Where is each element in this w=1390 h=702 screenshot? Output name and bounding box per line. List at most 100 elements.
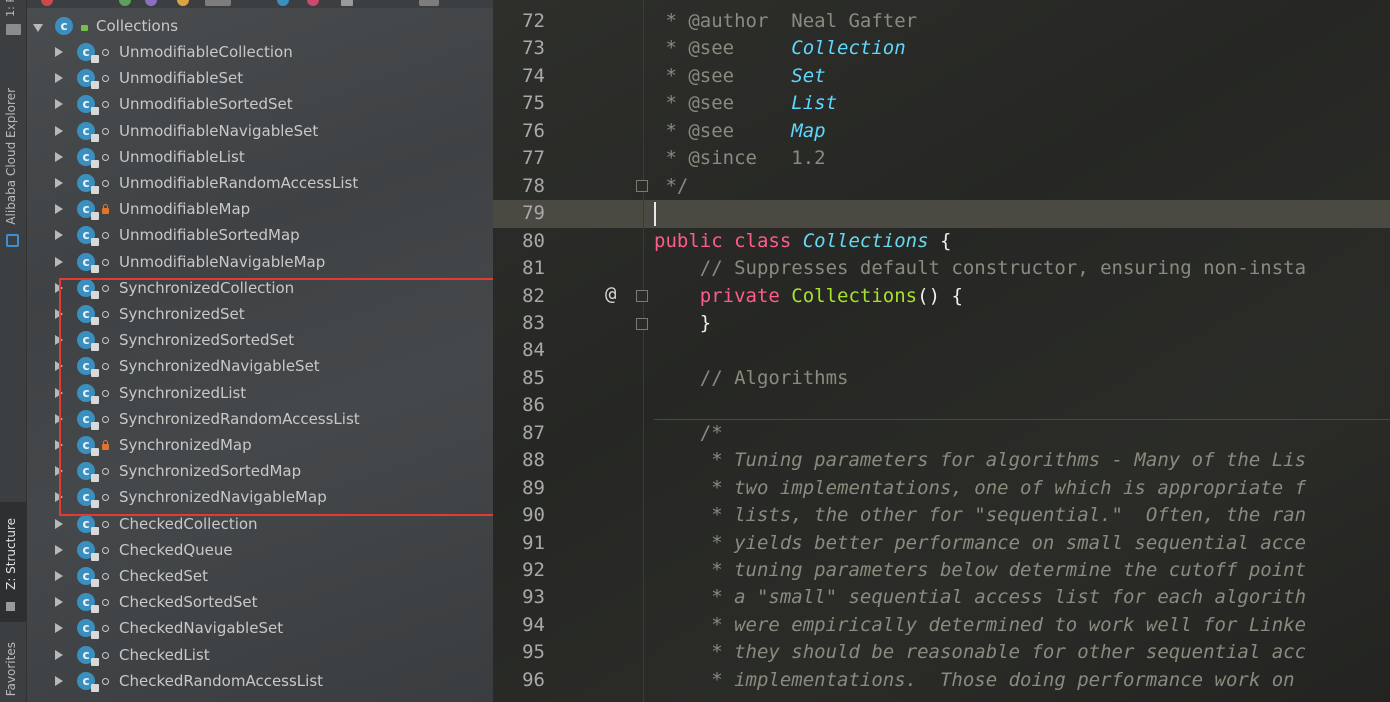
expand-arrow-icon[interactable]	[33, 24, 43, 32]
tree-item[interactable]: c UnmodifiableSortedMap	[27, 222, 487, 248]
expand-arrow-icon[interactable]	[55, 545, 63, 555]
toolbar-icon[interactable]	[277, 0, 289, 6]
tool-window-strip: 1: P Alibaba Cloud Explorer Z: Structure…	[0, 0, 27, 702]
alibaba-cloud-explorer-tab[interactable]: Alibaba Cloud Explorer	[0, 84, 27, 254]
code-line[interactable]: // Algorithms	[654, 365, 849, 392]
expand-arrow-icon[interactable]	[55, 126, 63, 136]
expand-arrow-icon[interactable]	[55, 519, 63, 529]
tree-item[interactable]: c CheckedSortedSet	[27, 589, 487, 615]
tree-item[interactable]: c SynchronizedMap	[27, 432, 487, 458]
tree-root[interactable]: c Collections	[27, 13, 487, 39]
toolbar-icon[interactable]	[419, 0, 439, 6]
code-line[interactable]: */	[654, 173, 688, 200]
toolbar-icon[interactable]	[119, 0, 131, 6]
fold-icon[interactable]	[636, 290, 648, 302]
tree-item[interactable]: c SynchronizedNavigableMap	[27, 484, 487, 510]
override-marker-icon[interactable]: @	[605, 283, 616, 305]
class-icon: c	[77, 174, 99, 194]
code-line[interactable]: * implementations. Those doing performan…	[654, 667, 1306, 694]
tree-item[interactable]: c SynchronizedSortedMap	[27, 458, 487, 484]
toolbar-icon[interactable]	[205, 0, 231, 6]
tree-item[interactable]: c CheckedList	[27, 642, 487, 668]
expand-arrow-icon[interactable]	[55, 676, 63, 686]
package-visibility-icon	[102, 363, 109, 370]
code-editor[interactable]: 72 * @author Neal Gafter 73 * @see Collec…	[493, 0, 1390, 702]
expand-arrow-icon[interactable]	[55, 335, 63, 345]
tree-item[interactable]: c UnmodifiableList	[27, 144, 487, 170]
code-token: * @see	[654, 92, 792, 114]
code-line[interactable]: * @see Collection	[654, 35, 906, 62]
expand-arrow-icon[interactable]	[55, 466, 63, 476]
tree-item[interactable]: c SynchronizedNavigableSet	[27, 353, 487, 379]
expand-arrow-icon[interactable]	[55, 597, 63, 607]
toolbar-icon[interactable]	[41, 0, 53, 6]
code-line[interactable]: private Collections() {	[654, 283, 963, 310]
expand-arrow-icon[interactable]	[55, 178, 63, 188]
toolbar-icon[interactable]	[341, 0, 353, 6]
code-line[interactable]: * @since 1.2	[654, 145, 825, 172]
expand-arrow-icon[interactable]	[55, 257, 63, 267]
project-tool-tab[interactable]: 1: P	[0, 0, 27, 40]
code-line[interactable]: * tuning parameters below determine the …	[654, 557, 1306, 584]
tree-item[interactable]: c UnmodifiableSet	[27, 65, 487, 91]
code-line[interactable]: * Tuning parameters for algorithms - Man…	[654, 447, 1306, 474]
tree-item[interactable]: c CheckedNavigableSet	[27, 615, 487, 641]
toolbar-icon[interactable]	[177, 0, 189, 6]
code-line[interactable]: * yields better performance on small seq…	[654, 530, 1306, 557]
tree-item[interactable]: c SynchronizedSortedSet	[27, 327, 487, 353]
code-line[interactable]: * @see Set	[654, 63, 825, 90]
tree-item[interactable]: c UnmodifiableMap	[27, 196, 487, 222]
code-token: * lists, the other for "sequential." Oft…	[654, 504, 1307, 526]
code-line[interactable]: * lists, the other for "sequential." Oft…	[654, 502, 1306, 529]
expand-arrow-icon[interactable]	[55, 99, 63, 109]
code-line[interactable]: public class Collections {	[654, 228, 951, 255]
code-line[interactable]: * @author Neal Gafter	[654, 8, 917, 35]
code-line[interactable]: * two implementations, one of which is a…	[654, 475, 1306, 502]
code-token: Collection	[791, 37, 906, 59]
expand-arrow-icon[interactable]	[55, 283, 63, 293]
tree-item[interactable]: c CheckedQueue	[27, 537, 487, 563]
expand-arrow-icon[interactable]	[55, 309, 63, 319]
expand-arrow-icon[interactable]	[55, 571, 63, 581]
line-number: 82	[522, 285, 545, 307]
expand-arrow-icon[interactable]	[55, 414, 63, 424]
expand-arrow-icon[interactable]	[55, 440, 63, 450]
tree-item[interactable]: c SynchronizedCollection	[27, 275, 487, 301]
expand-arrow-icon[interactable]	[55, 492, 63, 502]
tree-item[interactable]: c UnmodifiableCollection	[27, 39, 487, 65]
expand-arrow-icon[interactable]	[55, 152, 63, 162]
expand-arrow-icon[interactable]	[55, 204, 63, 214]
toolbar-icon[interactable]	[145, 0, 157, 6]
code-line[interactable]: * they should be reasonable for other se…	[654, 639, 1306, 666]
tree-item[interactable]: c CheckedRandomAccessList	[27, 668, 487, 694]
tree-item[interactable]: c SynchronizedRandomAccessList	[27, 406, 487, 432]
toolbar-icon[interactable]	[307, 0, 319, 6]
static-badge-icon	[91, 107, 99, 115]
tree-item[interactable]: c CheckedCollection	[27, 511, 487, 537]
tree-item[interactable]: c SynchronizedSet	[27, 301, 487, 327]
code-line[interactable]: * @see List	[654, 90, 837, 117]
tree-item[interactable]: c UnmodifiableRandomAccessList	[27, 170, 487, 196]
expand-arrow-icon[interactable]	[55, 230, 63, 240]
expand-arrow-icon[interactable]	[55, 73, 63, 83]
tree-item[interactable]: c SynchronizedList	[27, 380, 487, 406]
code-line[interactable]: /*	[654, 420, 723, 447]
expand-arrow-icon[interactable]	[55, 361, 63, 371]
code-line[interactable]: * were empirically determined to work we…	[654, 612, 1306, 639]
fold-icon[interactable]	[636, 180, 648, 192]
code-line[interactable]: // Suppresses default constructor, ensur…	[654, 255, 1306, 282]
tree-item[interactable]: c UnmodifiableNavigableMap	[27, 249, 487, 275]
structure-tool-tab[interactable]: Z: Structure	[0, 502, 27, 622]
code-line[interactable]: }	[654, 310, 711, 337]
expand-arrow-icon[interactable]	[55, 47, 63, 57]
code-line[interactable]: * a "small" sequential access list for e…	[654, 584, 1306, 611]
tree-item[interactable]: c CheckedSet	[27, 563, 487, 589]
expand-arrow-icon[interactable]	[55, 623, 63, 633]
code-line[interactable]: * @see Map	[654, 118, 825, 145]
favorites-tool-tab[interactable]: Favorites	[0, 636, 27, 702]
fold-icon[interactable]	[636, 318, 648, 330]
expand-arrow-icon[interactable]	[55, 388, 63, 398]
tree-item[interactable]: c UnmodifiableNavigableSet	[27, 118, 487, 144]
tree-item[interactable]: c UnmodifiableSortedSet	[27, 91, 487, 117]
expand-arrow-icon[interactable]	[55, 650, 63, 660]
